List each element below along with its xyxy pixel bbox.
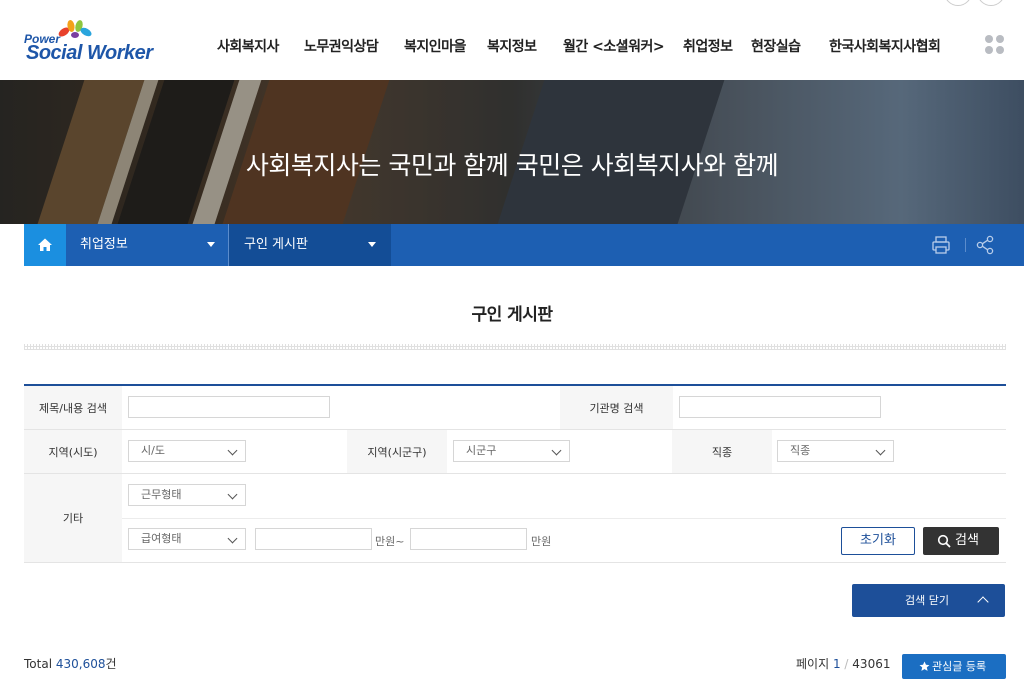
nav-item-labor-rights[interactable]: 노무권익상담: [304, 36, 379, 56]
org-search-input[interactable]: [679, 396, 881, 418]
reset-button[interactable]: 초기화: [841, 527, 915, 555]
region-label: 지역(시도): [24, 430, 122, 473]
title-search-label: 제목/내용 검색: [24, 386, 122, 429]
chevron-down-icon: [227, 445, 238, 456]
form-row-keyword: 제목/내용 검색 기관명 검색: [24, 386, 1006, 430]
org-search-label: 기관명 검색: [560, 386, 673, 429]
location-depth2-dropdown[interactable]: 구인 게시판: [228, 224, 391, 266]
chevron-down-icon: [875, 445, 886, 456]
nav-item-field-practice[interactable]: 현장실습: [751, 36, 801, 56]
job-type-label: 직종: [672, 430, 772, 473]
work-type-select[interactable]: 근무형태: [128, 484, 246, 506]
top-util-button-2[interactable]: [977, 0, 1005, 6]
nav-item-welfare-info[interactable]: 복지정보: [487, 36, 537, 56]
page-info: 페이지 1 / 43061: [796, 655, 890, 672]
pay-type-select-value: 급여형태: [141, 532, 182, 545]
banner-slogan: 사회복지사는 국민과 함께 국민은 사회복지사와 함께: [245, 151, 779, 180]
pay-min-input[interactable]: [255, 528, 372, 550]
district-label: 지역(시군구): [347, 430, 447, 473]
title-search-input[interactable]: [128, 396, 330, 418]
job-type-select[interactable]: 직종: [777, 440, 894, 462]
nav-item-social-worker[interactable]: 사회복지사: [217, 36, 279, 56]
nav-item-welfare-village[interactable]: 복지인마을: [404, 36, 466, 56]
search-button-label: 검색: [955, 533, 979, 548]
region-select[interactable]: 시/도: [128, 440, 246, 462]
site-logo[interactable]: Power Social Worker: [24, 18, 164, 64]
close-search-label: 검색 닫기: [905, 594, 949, 607]
print-icon[interactable]: [930, 234, 952, 256]
chevron-up-icon: [977, 596, 989, 608]
home-button[interactable]: [24, 224, 66, 266]
job-type-select-value: 직종: [790, 444, 811, 457]
chevron-down-icon: [551, 445, 562, 456]
site-header: Power Social Worker 사회복지사 노무권익상담 복지인마을 복…: [0, 0, 1024, 80]
caret-down-icon: [368, 242, 376, 247]
home-icon: [38, 238, 52, 251]
chevron-down-icon: [227, 533, 238, 544]
nav-item-job-info[interactable]: 취업정보: [683, 36, 733, 56]
page-separator: /: [844, 657, 849, 671]
nav-item-monthly-magazine[interactable]: 월간 <소셜워커>: [563, 36, 665, 56]
form-row-region: 지역(시도) 시/도 지역(시군구) 시군구 직종 직종: [24, 430, 1006, 474]
share-icon[interactable]: [974, 234, 996, 256]
logo-name-text: Social Worker: [26, 42, 153, 64]
district-select-value: 시군구: [466, 444, 497, 457]
hero-banner: 사회복지사는 국민과 함께 국민은 사회복지사와 함께: [0, 80, 1024, 224]
page-prefix: 페이지: [796, 657, 830, 671]
total-suffix: 건: [105, 657, 117, 671]
nav-item-association[interactable]: 한국사회복지사협회: [829, 36, 941, 56]
pay-min-unit: 만원~: [375, 535, 405, 548]
location-bar: 취업정보 구인 게시판: [24, 224, 1024, 266]
region-select-value: 시/도: [141, 444, 165, 457]
chevron-down-icon: [227, 489, 238, 500]
search-form: 제목/내용 검색 기관명 검색 지역(시도) 시/도 지역(시군구) 시군구 직…: [24, 384, 1006, 563]
favorite-register-button[interactable]: 관심글 등록: [902, 654, 1006, 679]
total-number: 430,608: [55, 657, 106, 671]
favorite-register-label: 관심글 등록: [932, 660, 987, 673]
pay-max-unit: 만원: [531, 535, 552, 548]
close-search-button[interactable]: 검색 닫기: [852, 584, 1005, 617]
all-menu-icon[interactable]: [985, 35, 1005, 55]
location-depth2-label: 구인 게시판: [244, 237, 308, 252]
row-divider: [122, 518, 1006, 519]
top-util-button-1[interactable]: [944, 0, 972, 6]
total-prefix: Total: [24, 657, 53, 671]
dotted-divider: [24, 344, 1006, 350]
etc-label: 기타: [24, 474, 122, 562]
location-depth1-label: 취업정보: [80, 237, 128, 252]
work-type-select-value: 근무형태: [141, 488, 182, 501]
district-select[interactable]: 시군구: [453, 440, 570, 462]
page-current: 1: [832, 657, 841, 671]
page-total: 43061: [852, 657, 891, 671]
pay-max-input[interactable]: [410, 528, 527, 550]
search-icon: [937, 534, 951, 548]
search-button[interactable]: 검색: [923, 527, 999, 555]
pay-type-select[interactable]: 급여형태: [128, 528, 246, 550]
caret-down-icon: [207, 242, 215, 247]
toolbar-divider: [965, 238, 966, 252]
page-title: 구인 게시판: [471, 305, 553, 325]
location-depth1-dropdown[interactable]: 취업정보: [66, 224, 228, 266]
star-icon: [919, 661, 930, 671]
total-count: Total 430,608건: [24, 655, 117, 672]
